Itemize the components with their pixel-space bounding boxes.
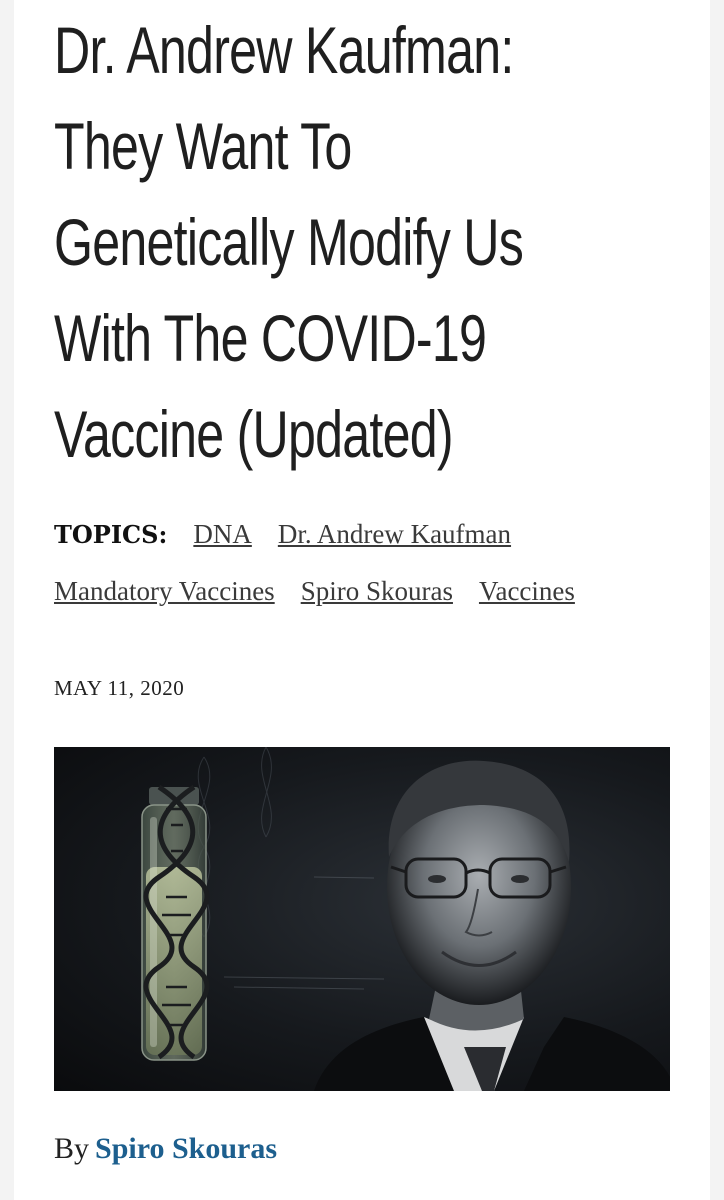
featured-image-graphic xyxy=(141,747,670,1091)
title-line: With The COVID-19 xyxy=(54,301,487,375)
topic-tag-spiro-skouras[interactable]: Spiro Skouras xyxy=(301,563,453,619)
byline-prefix: By xyxy=(54,1132,90,1165)
topics-label: TOPICS: xyxy=(54,520,168,549)
topic-tag-andrew-kaufman[interactable]: Dr. Andrew Kaufman xyxy=(278,506,511,562)
article-page: Dr. Andrew Kaufman: They Want To Genetic… xyxy=(14,0,710,1200)
article-title: Dr. Andrew Kaufman: They Want To Genetic… xyxy=(54,0,677,482)
topic-tag-mandatory-vaccines[interactable]: Mandatory Vaccines xyxy=(54,563,275,619)
title-line: Dr. Andrew Kaufman: xyxy=(54,13,514,87)
publish-date: MAY 11, 2020 xyxy=(54,676,185,700)
article-content: Dr. Andrew Kaufman: They Want To Genetic… xyxy=(54,0,677,1165)
featured-image[interactable] xyxy=(54,747,670,1091)
topic-tag-dna[interactable]: DNA xyxy=(193,506,252,562)
byline: By Spiro Skouras xyxy=(54,1132,277,1166)
title-line: They Want To xyxy=(54,109,352,183)
title-line: Vaccine (Updated) xyxy=(54,397,454,471)
vaccine-vial xyxy=(141,787,207,1061)
topic-tag-vaccines[interactable]: Vaccines xyxy=(479,563,575,619)
topics-list: TOPICS: DNA Dr. Andrew KaufmanMandatory Va… xyxy=(54,506,664,620)
title-line: Genetically Modify Us xyxy=(54,205,524,279)
author-link[interactable]: Spiro Skouras xyxy=(95,1132,277,1165)
